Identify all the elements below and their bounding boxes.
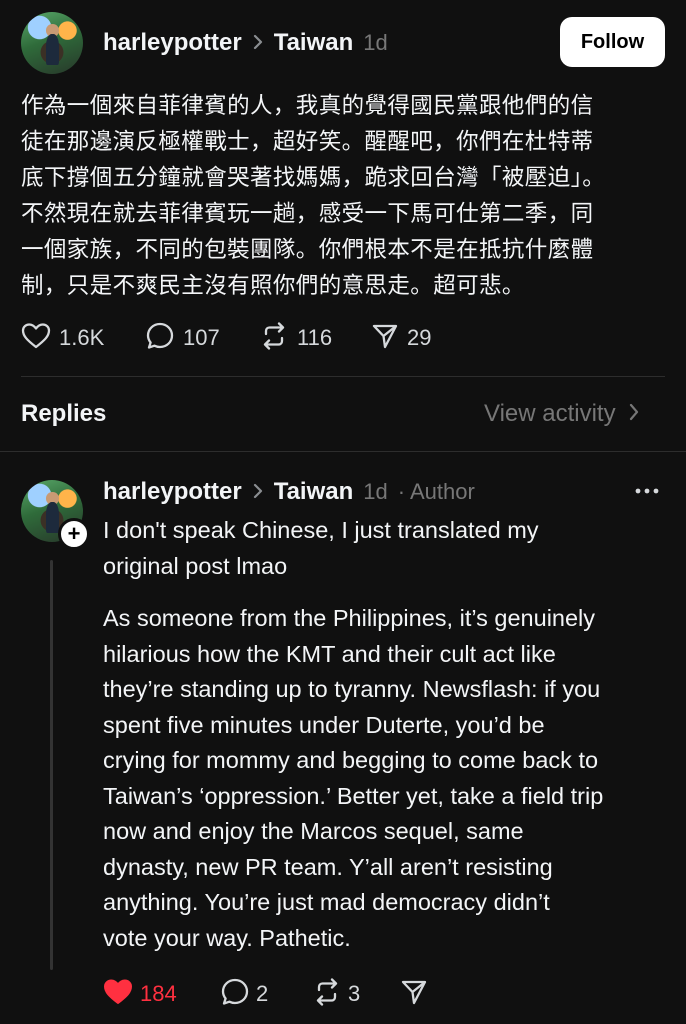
repost-icon <box>312 977 342 1011</box>
reply-body: I don't speak Chinese, I just translated… <box>103 513 673 956</box>
post-header: harleypotter Taiwan 1d <box>103 26 388 60</box>
reply-line: I don't speak Chinese, I just translated… <box>103 517 539 543</box>
share-icon <box>371 322 399 355</box>
comment-icon <box>220 977 250 1012</box>
reply-topic[interactable]: Taiwan <box>274 478 354 506</box>
post-avatar[interactable] <box>21 12 83 74</box>
thread-line <box>50 560 53 970</box>
reply-like-button[interactable]: 184 <box>103 978 220 1011</box>
post-username[interactable]: harleypotter <box>103 29 242 57</box>
reply-line: As someone from the Philippines, it’s ge… <box>103 605 596 631</box>
heart-icon <box>21 322 51 355</box>
reply-line: hilarious how the KMT and their cult act… <box>103 640 556 667</box>
author-badge: · Author <box>397 479 475 504</box>
post-body-line: 一個家族，不同的包裝團隊。你們根本不是在抵抗什麼體 <box>21 237 594 263</box>
post-actions: 1.6K 107 116 29 <box>21 321 431 356</box>
post-body-line: 底下撐個五分鐘就會哭著找媽媽，跪求回台灣「被壓迫」。 <box>21 165 606 191</box>
reply-like-count: 184 <box>140 981 177 1006</box>
reply-time: 1d <box>363 479 388 504</box>
share-icon <box>400 978 428 1011</box>
reply-line: Taiwan’s ‘oppression.’ Better yet, take … <box>103 782 604 809</box>
share-count: 29 <box>407 325 432 350</box>
more-icon[interactable] <box>634 478 660 504</box>
comment-count: 107 <box>183 325 220 350</box>
post-time: 1d <box>363 30 388 55</box>
comment-button[interactable]: 107 <box>145 321 259 356</box>
reply-line: anything. You’re just mad democracy didn… <box>103 889 550 915</box>
reply-comment-count: 2 <box>256 981 269 1006</box>
replies-label: Replies <box>21 400 107 427</box>
reply-repost-button[interactable]: 3 <box>312 977 400 1011</box>
reply-line: original post lmao <box>103 552 288 579</box>
post-body-line: 不然現在就去菲律賓玩一趟，感受一下馬可仕第二季，同 <box>21 201 594 227</box>
repost-icon <box>259 321 289 355</box>
plus-icon[interactable]: + <box>58 518 90 550</box>
like-count: 1.6K <box>59 325 105 350</box>
reply-line: vote your way. Pathetic. <box>103 924 351 951</box>
chevron-right-icon <box>252 30 264 56</box>
reply-line: spent five minutes under Duterte, you’d … <box>103 711 545 738</box>
view-activity-link[interactable]: View activity <box>484 400 640 428</box>
divider <box>21 376 665 377</box>
reply-line: dynasty, new PR team. Y’all aren’t resis… <box>103 853 553 880</box>
reply-username[interactable]: harleypotter <box>103 478 242 506</box>
comment-icon <box>145 321 175 356</box>
reply-repost-count: 3 <box>348 981 361 1006</box>
like-button[interactable]: 1.6K <box>21 322 145 355</box>
reply-line: they’re standing up to tyranny. Newsflas… <box>103 676 601 702</box>
reply-actions: 184 2 3 <box>103 977 428 1012</box>
post-topic[interactable]: Taiwan <box>274 29 354 57</box>
post-body: 作為一個來自菲律賓的人，我真的覺得國民黨跟他們的信 徒在那邊演反極權戰士，超好笑… <box>21 88 671 304</box>
heart-icon <box>103 978 133 1011</box>
repost-button[interactable]: 116 <box>259 321 371 355</box>
reply-line: now and enjoy the Marcos sequel, same <box>103 818 524 844</box>
reply-comment-button[interactable]: 2 <box>220 977 312 1012</box>
view-activity-label: View activity <box>484 400 616 427</box>
reply-header: harleypotter Taiwan 1d · Author <box>103 475 475 509</box>
section-divider <box>0 451 686 452</box>
reply-line: crying for mommy and begging to come bac… <box>103 747 599 773</box>
repost-count: 116 <box>297 325 333 350</box>
post-body-line: 制，只是不爽民主沒有照你們的意思走。超可悲。 <box>21 273 525 299</box>
reply-share-button[interactable] <box>400 978 428 1011</box>
post-body-line: 徒在那邊演反極權戰士，超好笑。醒醒吧，你們在杜特蒂 <box>21 129 594 155</box>
share-button[interactable]: 29 <box>371 322 431 355</box>
chevron-right-icon <box>628 403 640 426</box>
post-body-line: 作為一個來自菲律賓的人，我真的覺得國民黨跟他們的信 <box>21 93 594 119</box>
chevron-right-icon <box>252 479 264 505</box>
follow-button[interactable]: Follow <box>560 17 665 67</box>
